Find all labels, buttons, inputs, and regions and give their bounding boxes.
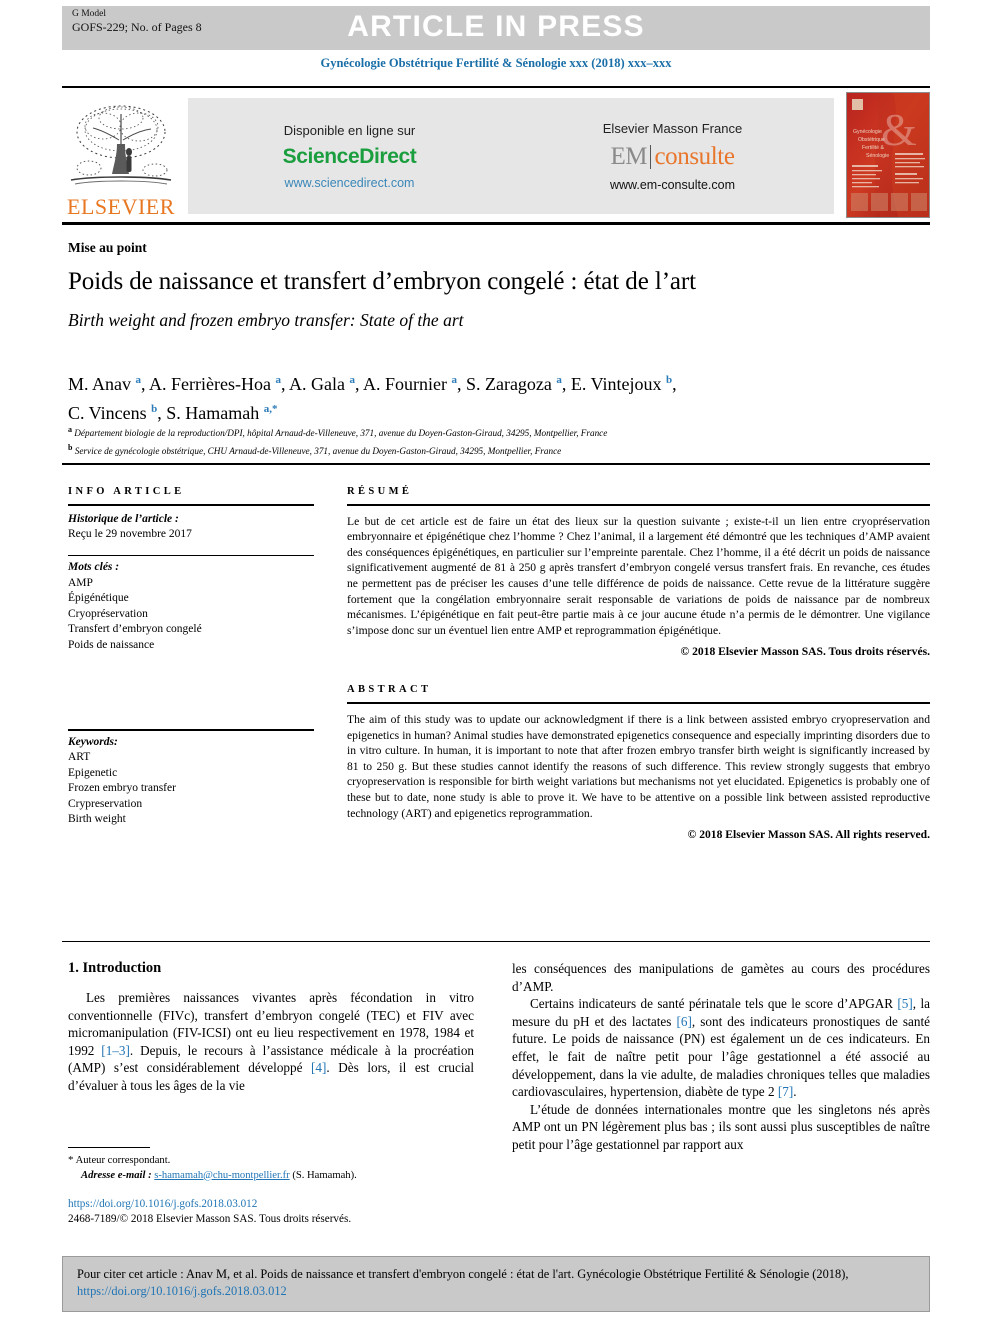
doi-block: https://doi.org/10.1016/j.gofs.2018.03.0… [68,1197,538,1227]
info-article-rule [68,504,314,506]
resume-text: Le but de cet article est de faire un ét… [347,514,930,637]
info-article-column: INFO ARTICLE Historique de l’article : R… [68,486,314,828]
corresponding-author-note: * Auteur correspondant. [68,1153,478,1169]
abstract-column: RÉSUMÉ Le but de cet article est de fair… [347,486,930,841]
corresponding-author-text: Auteur correspondant. [75,1155,171,1166]
email-label: Adresse e-mail : [81,1169,152,1181]
resume-rule [347,504,930,506]
affiliation-b: b Service de gynécologie obstétrique, CH… [68,442,562,456]
author-list: M. Anav a, A. Ferrières-Hoa a, A. Gala a… [68,368,898,426]
publisher-panel: Disponible en ligne sur ScienceDirect ww… [188,98,834,214]
motscles-rule [68,554,314,557]
doi-link[interactable]: https://doi.org/10.1016/j.gofs.2018.03.0… [68,1197,538,1212]
emconsulte-url[interactable]: www.em-consulte.com [610,178,735,192]
emconsulte-logo: EM consulte [610,142,735,171]
abstract-text: The aim of this study was to update our … [347,712,930,820]
asterisk-icon: * [68,1154,74,1166]
body-top-divider [62,941,930,943]
intro-paragraph-2: Certains indicateurs de santé périnatale… [512,996,930,1100]
svg-text:Fertilité &: Fertilité & [862,145,884,151]
sciencedirect-logo: ScienceDirect [283,145,417,169]
history-value: Reçu le 29 novembre 2017 [68,528,192,541]
elsevier-logo: ELSEVIER [62,94,180,218]
author-line-2: C. Vincens b, S. Hamamah a,* [68,403,278,423]
resume-copyright: © 2018 Elsevier Masson SAS. Tous droits … [680,645,930,659]
sciencedirect-url[interactable]: www.sciencedirect.com [285,176,415,190]
sciencedirect-block: Disponible en ligne sur ScienceDirect ww… [188,98,511,214]
intro-paragraph-1-continued: les conséquences des manipulations de ga… [512,961,930,994]
body-column-right: les conséquences des manipulations de ga… [512,960,930,1154]
header-divider [62,86,930,88]
article-type-label: Mise au point [68,240,147,255]
abstract-heading: ABSTRACT [347,684,432,696]
keywords-block-wrapper: Keywords: ART Epigenetic Frozen embryo t… [68,729,314,828]
emconsulte-logo-part1: EM [610,142,647,170]
abstract-copyright: © 2018 Elsevier Masson SAS. All rights r… [687,828,930,842]
email-link[interactable]: s-hamamah@chu-montpellier.fr [154,1170,289,1181]
journal-reference-line: Gynécologie Obstétrique Fertilité & Séno… [320,56,672,70]
email-owner: (S. Hamamah). [292,1169,357,1181]
email-line: Adresse e-mail : s-hamamah@chu-montpelli… [68,1169,478,1184]
resume-heading: RÉSUMÉ [347,486,413,497]
keyword-item: Frozen embryo transfer [68,782,176,795]
footnote-rule [68,1147,150,1149]
keyword-item: Epigenetic [68,766,118,779]
citation-text: Pour citer cet article : Anav M, et al. … [77,1267,849,1281]
body-column-left: 1. Introduction Les premières naissances… [68,960,474,1095]
issn-copyright-line: 2468-7189/© 2018 Elsevier Masson SAS. To… [68,1213,352,1225]
motscle-item: Poids de naissance [68,638,155,651]
page-subtitle: Birth weight and frozen embryo transfer:… [68,310,464,330]
elsevier-tree-icon [67,100,175,196]
intro-paragraph-3: L’étude de données internationales montr… [512,1101,930,1152]
author-line-1: M. Anav a, A. Ferrières-Hoa a, A. Gala a… [68,374,677,394]
emconsulte-block: Elsevier Masson France EM consulte www.e… [511,98,834,214]
abstract-rule [347,702,930,704]
masthead: ELSEVIER Disponible en ligne sur Science… [62,92,930,220]
citation-box: Pour citer cet article : Anav M, et al. … [62,1256,930,1312]
motscle-item: Épigénétique [68,592,129,605]
history-label: Historique de l’article : [68,512,179,525]
keywords-rule [68,729,314,731]
affiliation-a: a Département biologie de la reproductio… [68,425,608,439]
emconsulte-label: Elsevier Masson France [602,120,743,136]
svg-text:&: & [881,104,917,155]
g-model-block: G Model GOFS-229; No. of Pages 8 [72,8,202,34]
motscle-item: Transfert d’embryon congelé [68,623,202,636]
citation-doi-link[interactable]: https://doi.org/10.1016/j.gofs.2018.03.0… [77,1284,287,1298]
motscles-block: Mots clés : AMP Épigénétique Cryopréserv… [68,560,314,653]
page-title: Poids de naissance et transfert d’embryo… [68,268,696,295]
svg-text:Sénologie: Sénologie [866,153,889,159]
emconsulte-logo-divider [649,144,652,169]
journal-cover-thumbnail: & Gynécologie Obstétrique Fertilité & Sé… [846,92,930,218]
motscle-item: Cryopréservation [68,607,148,620]
sciencedirect-logo-part2: Direct [359,144,417,168]
keywords-label: Keywords: [68,735,118,748]
sciencedirect-logo-part1: Science [282,144,360,168]
masthead-divider [62,222,930,225]
article-first-page: ARTICLE IN PRESS G Model GOFS-229; No. o… [0,0,992,1323]
emconsulte-logo-part2: consulte [654,142,735,170]
affiliations: a Département biologie de la reproductio… [68,423,928,458]
article-history: Historique de l’article : Reçu le 29 nov… [68,512,314,543]
keyword-item: ART [68,751,91,764]
svg-text:Gynécologie: Gynécologie [853,129,882,135]
elsevier-wordmark: ELSEVIER [67,194,175,219]
motscles-label: Mots clés : [68,561,120,574]
abstract-top-divider [62,463,930,465]
g-model-line2: GOFS-229; No. of Pages 8 [72,20,202,34]
svg-text:Obstétrique: Obstétrique [858,137,885,143]
keywords-block: Keywords: ART Epigenetic Frozen embryo t… [68,735,314,828]
introduction-heading: 1. Introduction [68,960,162,976]
intro-paragraph-1: Les premières naissances vivantes après … [68,990,475,1093]
keyword-item: Crypreservation [68,797,143,810]
footnote-block: * Auteur correspondant. Adresse e-mail :… [68,1153,478,1183]
keyword-item: Birth weight [68,813,126,826]
info-article-heading: INFO ARTICLE [68,486,185,497]
sciencedirect-available-label: Disponible en ligne sur [283,122,416,138]
motscle-item: AMP [68,576,93,589]
